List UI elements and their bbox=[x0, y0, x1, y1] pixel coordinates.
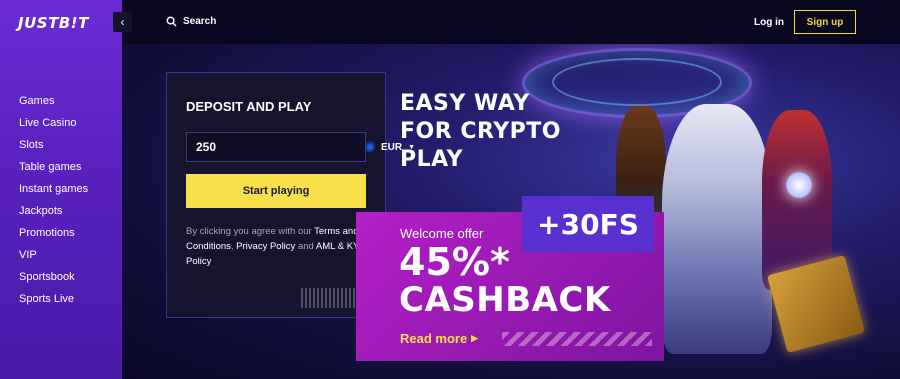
legal-notice: By clicking you agree with our Terms and… bbox=[186, 224, 371, 269]
sidebar-item-jackpots[interactable]: Jackpots bbox=[19, 200, 88, 222]
caret-down-icon: ▼ bbox=[408, 143, 416, 151]
free-spins-badge: +30FS bbox=[522, 196, 654, 252]
top-bar: Search Log in Sign up bbox=[122, 0, 900, 44]
hero-headline-line: EASY WAY bbox=[400, 91, 530, 116]
sidebar-collapse-button[interactable]: ‹ bbox=[113, 12, 132, 32]
arrow-right-icon: ▸ bbox=[471, 330, 478, 345]
deposit-amount-group: EUR ▼ bbox=[186, 132, 415, 162]
sidebar-menu: Games Live Casino Slots Table games Inst… bbox=[19, 90, 88, 310]
euro-coin-icon bbox=[365, 142, 375, 152]
currency-label: EUR bbox=[381, 141, 403, 153]
chevron-left-icon: ‹ bbox=[120, 15, 125, 29]
search-button[interactable]: Search bbox=[166, 16, 216, 27]
sidebar-item-games[interactable]: Games bbox=[19, 90, 88, 112]
hero-headline-line: FOR CRYPTO bbox=[400, 119, 561, 144]
cashback-percent: 45%* bbox=[399, 240, 510, 284]
privacy-policy-link[interactable]: Privacy Policy bbox=[236, 241, 295, 252]
sidebar-item-table-games[interactable]: Table games bbox=[19, 156, 88, 178]
legal-prefix: By clicking you agree with our bbox=[186, 226, 312, 237]
login-link[interactable]: Log in bbox=[754, 17, 784, 28]
barcode-decoration bbox=[301, 288, 361, 308]
read-more-label: Read more bbox=[400, 330, 468, 346]
sidebar: JUSTB!T Games Live Casino Slots Table ga… bbox=[0, 0, 122, 379]
portal-inner-ring bbox=[552, 58, 722, 106]
zeus-character-image bbox=[662, 104, 772, 354]
sidebar-item-sports-live[interactable]: Sports Live bbox=[19, 288, 88, 310]
start-playing-button[interactable]: Start playing bbox=[186, 174, 366, 208]
hero-headline: EASY WAY FOR CRYPTO PLAY bbox=[400, 90, 561, 174]
crystal-ball-image bbox=[786, 172, 812, 198]
sidebar-item-sportsbook[interactable]: Sportsbook bbox=[19, 266, 88, 288]
search-icon bbox=[166, 16, 177, 27]
site-logo[interactable]: JUSTB!T bbox=[18, 14, 89, 32]
stripes-decoration bbox=[502, 332, 652, 346]
deposit-card: DEPOSIT AND PLAY EUR ▼ Start playing By … bbox=[166, 72, 415, 318]
search-label: Search bbox=[183, 16, 217, 27]
cashback-title: CASHBACK bbox=[399, 280, 611, 320]
sidebar-item-slots[interactable]: Slots bbox=[19, 134, 88, 156]
deposit-title: DEPOSIT AND PLAY bbox=[186, 99, 312, 114]
sidebar-item-instant-games[interactable]: Instant games bbox=[19, 178, 88, 200]
hero-headline-line: PLAY bbox=[400, 147, 463, 172]
deposit-amount-input[interactable] bbox=[187, 133, 356, 161]
sidebar-item-vip[interactable]: VIP bbox=[19, 244, 88, 266]
currency-select[interactable]: EUR ▼ bbox=[356, 142, 415, 153]
welcome-offer-label: Welcome offer bbox=[400, 226, 484, 241]
legal-and: and bbox=[297, 241, 314, 252]
legal-comma: , bbox=[230, 241, 234, 252]
sidebar-item-promotions[interactable]: Promotions bbox=[19, 222, 88, 244]
sidebar-item-live-casino[interactable]: Live Casino bbox=[19, 112, 88, 134]
signup-button[interactable]: Sign up bbox=[794, 10, 856, 34]
read-more-link[interactable]: Read more ▸ bbox=[400, 330, 478, 346]
